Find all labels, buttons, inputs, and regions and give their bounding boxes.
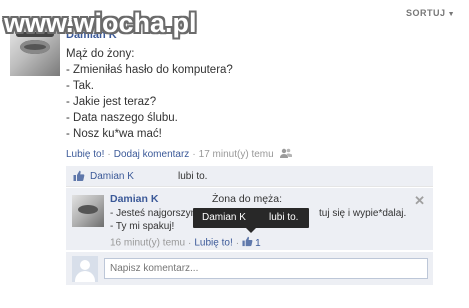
likes-user-link[interactable]: Damian K xyxy=(90,171,134,182)
tooltip-user-name: Damian K xyxy=(202,212,246,223)
tooltip-suffix: lubi to. xyxy=(269,212,299,223)
post-actions: Lubię to! · Dodaj komentarz · 17 minut(y) te… xyxy=(66,148,293,161)
post-line: Mąż do żony: xyxy=(66,48,135,60)
post-line: - Data naszego ślubu. xyxy=(66,112,178,124)
comment-author-name[interactable]: Damian K xyxy=(110,193,158,205)
post-line: - Jakie jest teraz? xyxy=(66,96,157,108)
friends-icon xyxy=(280,148,293,161)
comment-like-count[interactable]: 1 xyxy=(255,238,261,249)
comment-timestamp[interactable]: 16 minut(y) temu xyxy=(110,238,185,249)
write-comment-area xyxy=(66,252,433,285)
watermark-logo: www.wiocha.pl xyxy=(4,8,197,38)
post-text: Mąż do żony: - Zmieniłaś hasło do komput… xyxy=(66,46,233,142)
current-user-avatar xyxy=(72,256,98,282)
post-line: - Zmieniłaś hasło do komputera? xyxy=(66,64,233,76)
like-thumb-icon xyxy=(73,170,85,185)
comment-meta: 16 minut(y) temu · Lubię to! · 1 xyxy=(110,236,261,250)
like-post-link[interactable]: Lubię to! xyxy=(66,149,104,160)
likes-summary: Damian K lubi to. xyxy=(66,166,433,187)
comment-input[interactable] xyxy=(104,258,428,279)
post-line: - Tak. xyxy=(66,80,94,92)
post-timestamp[interactable]: 17 minut(y) temu xyxy=(199,149,274,160)
sort-label: SORTUJ xyxy=(406,8,446,18)
comment-heading-text: Żona do męża: xyxy=(212,193,283,205)
likes-suffix-text: lubi to. xyxy=(178,171,208,182)
likes-tooltip: Damian K lubi to. xyxy=(193,208,309,233)
comment-line-1-end: tuj się i wypie*dalaj. xyxy=(319,208,407,219)
like-comment-link[interactable]: Lubię to! xyxy=(194,238,232,249)
comment-line-2: - Ty mi spakuj! xyxy=(110,221,175,232)
sort-button[interactable]: SORTUJ ▼ xyxy=(406,8,455,18)
chevron-down-icon: ▼ xyxy=(447,11,455,18)
post-line: - Nosz ku*wa mać! xyxy=(66,128,162,140)
comment-line-1-start: - Jesteś najgorszym xyxy=(110,208,199,219)
close-icon[interactable]: ✕ xyxy=(414,193,425,209)
comment-author-avatar[interactable] xyxy=(72,195,104,227)
add-comment-link[interactable]: Dodaj komentarz xyxy=(114,149,190,160)
comment-like-thumb-icon[interactable] xyxy=(242,236,253,250)
